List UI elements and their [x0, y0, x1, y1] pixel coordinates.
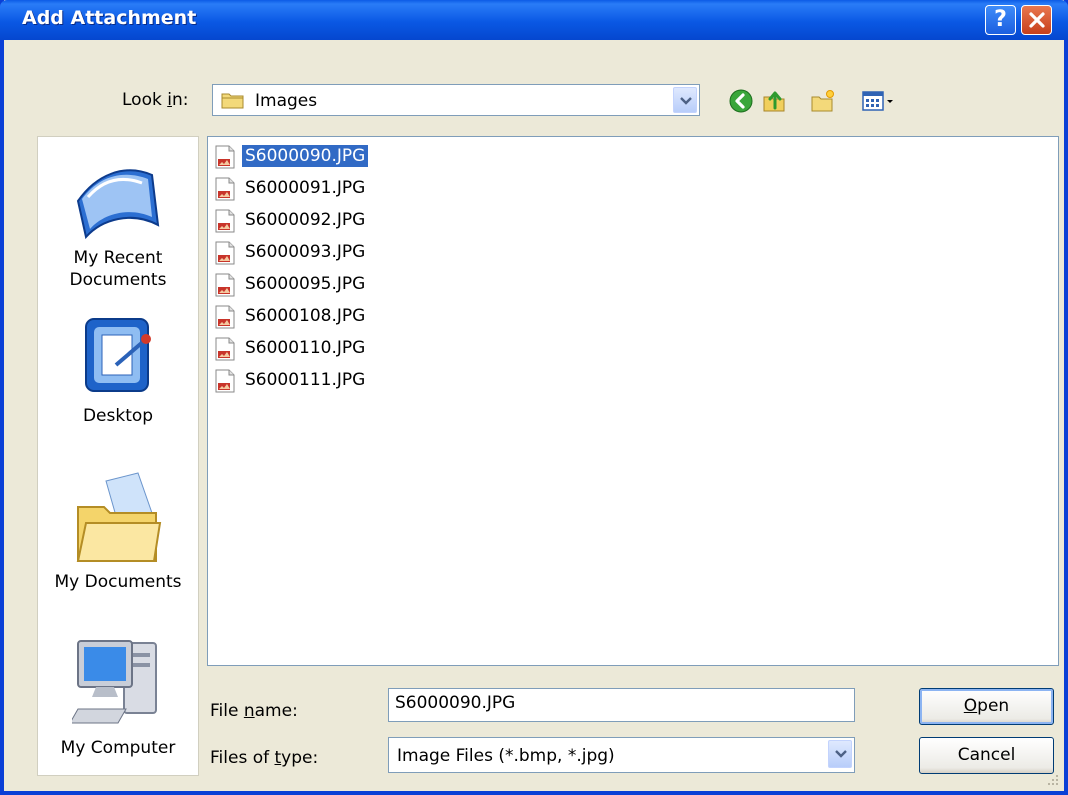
place-my-computer[interactable]: My Computer [38, 633, 198, 759]
open-button[interactable]: Open [919, 688, 1054, 725]
jpg-file-icon [215, 241, 235, 265]
place-label: My Computer [60, 738, 176, 758]
file-name: S6000111.JPG [245, 370, 366, 390]
files-of-type-label: Files of type: [210, 748, 319, 768]
file-name: S6000093.JPG [245, 242, 366, 262]
place-label: Desktop [82, 406, 154, 426]
file-name: S6000108.JPG [245, 306, 366, 326]
new-folder-icon[interactable] [810, 88, 836, 114]
desktop-icon [85, 318, 151, 392]
file-name: S6000091.JPG [245, 178, 366, 198]
file-name: S6000110.JPG [245, 338, 366, 358]
folder-icon [221, 93, 244, 109]
place-my-recent-documents[interactable]: My Recent Documents [38, 151, 198, 291]
files-of-type-value: Image Files (*.bmp, *.jpg) [397, 746, 615, 766]
jpg-file-icon [215, 337, 235, 361]
jpg-file-icon [215, 209, 235, 233]
add-attachment-dialog: Add Attachment ? Look in: Images My Rece… [0, 0, 1068, 795]
file-name-input[interactable] [389, 689, 854, 717]
chevron-down-icon [835, 750, 847, 758]
chevron-down-icon [680, 97, 692, 105]
jpg-file-icon [215, 369, 235, 393]
file-name-label: File name: [210, 701, 298, 721]
help-button[interactable]: ? [985, 5, 1016, 35]
look-in-dropdown-arrow[interactable] [673, 87, 697, 113]
file-name-field[interactable] [388, 688, 855, 722]
file-name: S6000090.JPG [242, 145, 369, 167]
look-in-dropdown[interactable]: Images [212, 84, 700, 116]
jpg-file-icon [215, 177, 235, 201]
up-folder-icon[interactable] [761, 88, 787, 114]
close-button[interactable] [1021, 5, 1052, 35]
my-computer-icon [72, 640, 157, 724]
jpg-file-icon [215, 305, 235, 329]
window-title: Add Attachment [22, 7, 197, 29]
look-in-label: Look in: [122, 90, 189, 110]
places-bar: My Recent Documents Desktop My Documents [37, 136, 199, 776]
my-documents-icon [76, 472, 162, 562]
place-label: My Recent Documents [69, 248, 167, 290]
resize-grip-icon[interactable] [1046, 773, 1060, 787]
place-my-documents[interactable]: My Documents [38, 467, 198, 593]
back-arrow-icon[interactable] [728, 88, 754, 114]
views-menu-icon[interactable] [861, 88, 899, 114]
file-list[interactable]: S6000090.JPG S6000091.JPG S6000092.JPG S600… [207, 136, 1059, 666]
close-icon [1028, 12, 1045, 28]
cancel-button[interactable]: Cancel [919, 737, 1054, 774]
files-of-type-arrow[interactable] [828, 740, 852, 768]
file-name: S6000095.JPG [245, 274, 366, 294]
jpg-file-icon [215, 145, 235, 169]
files-of-type-dropdown[interactable]: Image Files (*.bmp, *.jpg) [388, 737, 855, 773]
title-bar[interactable]: Add Attachment ? [0, 0, 1068, 40]
place-desktop[interactable]: Desktop [38, 313, 198, 427]
look-in-value: Images [255, 91, 318, 111]
recent-documents-icon [76, 169, 160, 240]
place-label: My Documents [54, 572, 182, 592]
jpg-file-icon [215, 273, 235, 297]
file-name: S6000092.JPG [245, 210, 366, 230]
